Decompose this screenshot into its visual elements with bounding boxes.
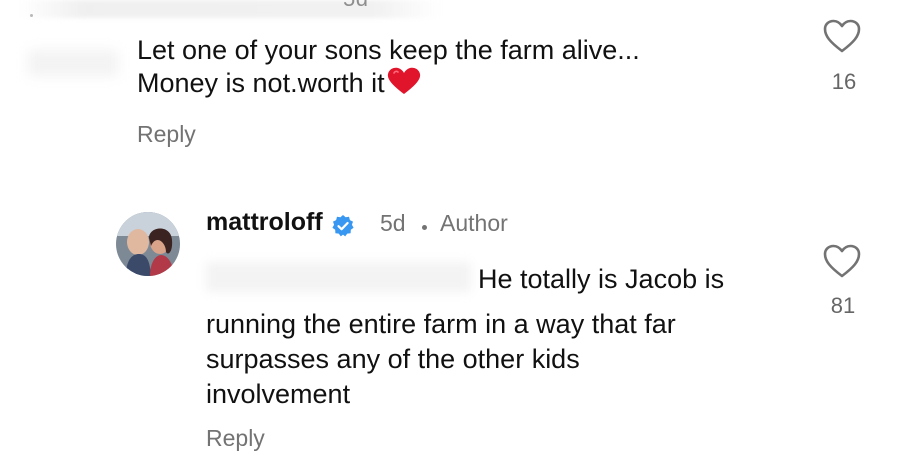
like-count: 16 [831,69,857,94]
verified-badge-icon [332,215,354,237]
comment-time: 5d [380,210,406,236]
comment-text: Let one of your sons keep the farm alive… [137,34,777,100]
avatar[interactable] [116,212,180,276]
like-heart-icon[interactable] [822,243,862,279]
separator-dot [422,225,427,230]
comment-text-line1: Let one of your sons keep the farm alive… [137,35,640,65]
like-heart-icon[interactable] [822,18,862,54]
comment-text-line1: He totally is Jacob is [478,264,725,294]
blurred-username [28,50,118,76]
red-heart-emoji-icon [387,67,420,94]
previous-comment-time: 5d [343,0,368,12]
reply-button[interactable]: Reply [206,425,265,452]
blurred-mention [206,262,471,292]
avatar-photo-icon [116,212,180,276]
reply-button[interactable]: Reply [137,121,196,148]
comment-text-rest: running the entire farm in a way that fa… [206,309,676,409]
username[interactable]: mattroloff [206,208,323,237]
blurred-area [20,0,440,18]
comments-panel: 5d Let one of your sons keep the farm al… [0,0,900,460]
author-label: Author [440,210,508,236]
speck [30,14,33,17]
like-count: 81 [830,293,856,318]
comment-text-line2: Money is not.worth it [137,68,385,98]
